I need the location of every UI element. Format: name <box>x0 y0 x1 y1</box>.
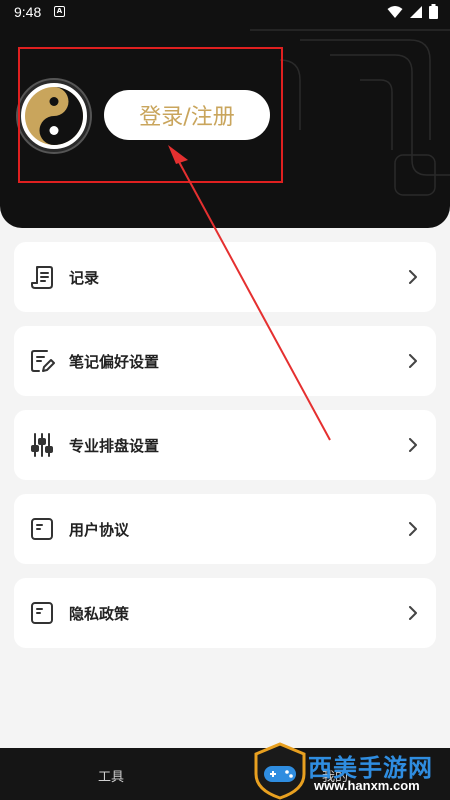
highlight-annotation-box <box>18 47 283 183</box>
chevron-right-icon <box>409 354 417 368</box>
signal-icon <box>410 5 422 18</box>
status-icons <box>387 4 438 19</box>
nav-tab-tools[interactable]: 工具 <box>98 766 124 785</box>
battery-icon <box>429 4 438 19</box>
menu-label-user-agreement: 用户协议 <box>69 520 130 539</box>
wifi-icon <box>387 5 403 18</box>
document-icon <box>28 515 56 543</box>
chevron-right-icon <box>409 522 417 536</box>
menu-item-chart-settings[interactable]: 专业排盘设置 <box>14 410 436 480</box>
note-edit-icon <box>28 347 56 375</box>
gamepad-logo-icon <box>254 742 306 800</box>
menu-label-privacy-policy: 隐私政策 <box>69 604 130 623</box>
menu-item-records[interactable]: 记录 <box>14 242 436 312</box>
chevron-right-icon <box>409 606 417 620</box>
record-list-icon <box>28 263 56 291</box>
watermark-url: www.hanxm.com <box>314 778 420 793</box>
chevron-right-icon <box>409 438 417 452</box>
notification-icon: A <box>54 6 65 17</box>
menu-label-chart-settings: 专业排盘设置 <box>69 436 160 455</box>
document-icon <box>28 599 56 627</box>
chevron-right-icon <box>409 270 417 284</box>
menu-item-note-preferences[interactable]: 笔记偏好设置 <box>14 326 436 396</box>
menu-item-privacy-policy[interactable]: 隐私政策 <box>14 578 436 648</box>
status-time: 9:48 <box>14 4 42 20</box>
menu-label-records: 记录 <box>69 268 100 287</box>
menu-item-user-agreement[interactable]: 用户协议 <box>14 494 436 564</box>
menu-label-note-preferences: 笔记偏好设置 <box>69 352 160 371</box>
sliders-icon <box>28 431 56 459</box>
site-watermark: 西美手游网 www.hanxm.com <box>252 742 450 800</box>
status-bar: 9:48 A <box>0 0 450 26</box>
